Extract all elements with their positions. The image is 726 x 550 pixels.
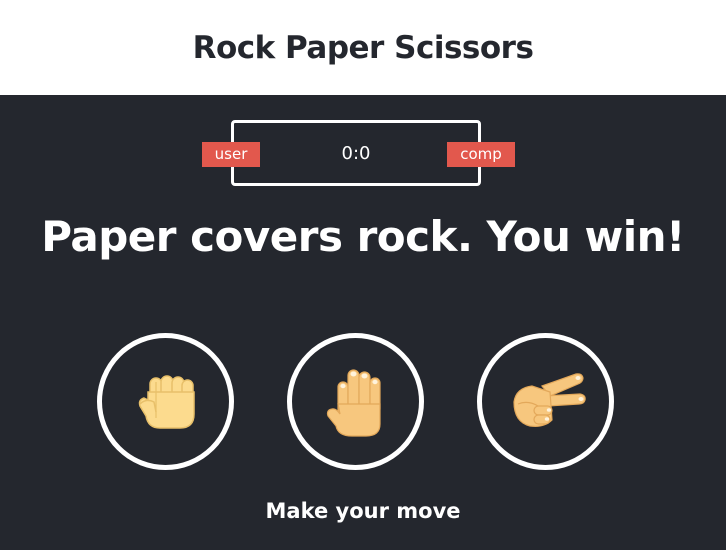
- paper-button[interactable]: [287, 333, 424, 470]
- rock-button[interactable]: [97, 333, 234, 470]
- page-title: Rock Paper Scissors: [192, 29, 534, 66]
- score-display: 0:0: [341, 143, 371, 164]
- scissors-button[interactable]: [477, 333, 614, 470]
- raised-hand-icon: [326, 368, 381, 437]
- victory-hand-icon: [512, 372, 586, 427]
- move-prompt: Make your move: [265, 499, 461, 523]
- game-area: user comp 0:0 Paper covers rock. You win…: [0, 95, 726, 550]
- header: Rock Paper Scissors: [0, 0, 726, 95]
- fist-icon: [138, 374, 195, 429]
- result-message: Paper covers rock. You win!: [41, 212, 685, 261]
